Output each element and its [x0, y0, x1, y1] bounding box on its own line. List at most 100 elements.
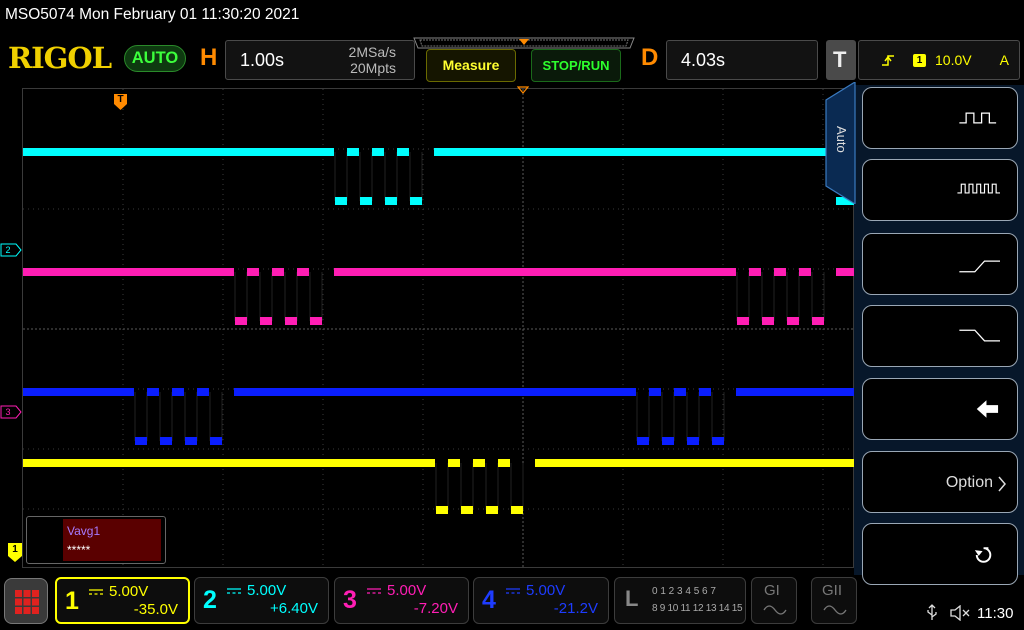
ch4-trace-low: [210, 437, 222, 445]
horizontal-readout[interactable]: 1.00s 2MSa/s 20Mpts: [225, 40, 415, 80]
measurement-value-area: Vavg1 *****: [63, 519, 161, 561]
ch4-trace-high: [674, 388, 686, 396]
ch2-trace-high: [23, 148, 334, 156]
stop-run-button[interactable]: STOP/RUN: [531, 49, 621, 82]
logic-letter: L: [625, 586, 639, 611]
ch3-trace-low: [285, 317, 297, 325]
trigger-panel[interactable]: T 1 10.0V A: [826, 38, 1020, 82]
softkey-falling-slope[interactable]: [862, 305, 1018, 367]
ch4-trace-high: [736, 388, 855, 396]
softkey-option[interactable]: Option: [862, 451, 1018, 513]
softkey-return[interactable]: [862, 523, 1018, 585]
timebase-value: 1.00s: [240, 50, 285, 70]
oscilloscope-screen: MSO5074 Mon February 01 11:30:20 2021 RI…: [0, 0, 1024, 630]
ch1-trace-high: [498, 459, 510, 467]
horizontal-panel[interactable]: H 1.00s 2MSa/s 20Mpts: [195, 38, 417, 82]
mute-speaker-icon[interactable]: [950, 605, 972, 621]
trigger-letter: T: [833, 47, 847, 72]
measure-button[interactable]: Measure: [426, 49, 516, 82]
side-menu-tab[interactable]: Auto: [824, 82, 856, 204]
ch2-trace-high: [434, 148, 855, 156]
ch1-marker-label: 1: [12, 544, 18, 555]
ch3-trace-low: [260, 317, 272, 325]
ch1-trace-low: [511, 506, 523, 514]
option-label: Option: [945, 474, 993, 491]
softkey-back[interactable]: [862, 378, 1018, 440]
menu-grid-icon: [15, 590, 39, 614]
ch3-trace-high: [247, 268, 259, 276]
channel-2-number: 2: [203, 586, 217, 614]
measurement-box[interactable]: Vavg1 *****: [26, 516, 166, 564]
generator-1-label: GI: [764, 582, 780, 599]
status-time: 11:30: [977, 605, 1014, 622]
channel-3-scale: 5.00V: [387, 582, 427, 599]
softkey-pulse-trigger[interactable]: [862, 87, 1018, 149]
side-tab-label: Auto: [834, 126, 849, 153]
trigger-source-badge: 1: [913, 54, 926, 67]
ch4-trace-low: [135, 437, 147, 445]
channel-1-panel[interactable]: 1 5.00V -35.0V: [55, 577, 190, 624]
dense-square-wave-icon: [957, 183, 1000, 194]
ch4-trace-low: [160, 437, 172, 445]
ch1-trace-low: [486, 506, 498, 514]
channel-2-panel[interactable]: 2 5.00V +6.40V: [194, 577, 329, 624]
trigger-position-marker[interactable]: T: [114, 94, 127, 110]
channel-1-number: 1: [65, 587, 79, 615]
ch2-trace-high: [372, 148, 384, 156]
memory-position-bar[interactable]: [412, 36, 636, 50]
waveform-traces: [23, 148, 855, 514]
delay-readout[interactable]: 4.03s: [666, 40, 818, 80]
ch4-trace-high: [172, 388, 184, 396]
ch4-trace-low: [687, 437, 699, 445]
ch4-trace-high: [197, 388, 209, 396]
ch3-marker-label: 3: [5, 407, 11, 417]
generator-2-panel[interactable]: GII: [811, 577, 857, 624]
ch3-trace-high: [774, 268, 786, 276]
ch3-trace-high: [297, 268, 309, 276]
ch2-trace-low: [410, 197, 422, 205]
delay-value: 4.03s: [681, 50, 726, 70]
ch4-trace-high: [649, 388, 661, 396]
softkey-rising-slope[interactable]: [862, 233, 1018, 295]
channel-3-number: 3: [343, 586, 357, 614]
home-button[interactable]: [4, 578, 48, 624]
ch4-trace-high: [23, 388, 134, 396]
dc-coupling-icon: [506, 588, 520, 594]
softkey-dense-pulse[interactable]: [862, 159, 1018, 221]
ch1-trace-high: [535, 459, 855, 467]
channel-3-panel[interactable]: 3 5.00V -7.20V: [334, 577, 469, 624]
ch3-trace-low: [762, 317, 774, 325]
ch3-trace-low: [787, 317, 799, 325]
ch2-offset-marker[interactable]: 2: [0, 243, 22, 257]
ch4-trace-low: [185, 437, 197, 445]
memory-depth: 20Mpts: [350, 60, 396, 76]
ch1-trace-high: [448, 459, 460, 467]
trigger-readout[interactable]: 1 10.0V A: [858, 40, 1020, 80]
channel-3-offset: -7.20V: [413, 600, 458, 617]
ch1-trace-high: [23, 459, 435, 467]
trigger-letter-box: T: [826, 40, 856, 80]
ch1-trace-low: [461, 506, 473, 514]
generator-2-label: GII: [822, 582, 843, 599]
ch3-trace-high: [334, 268, 736, 276]
channel-1-scale: 5.00V: [109, 583, 149, 600]
ch3-offset-marker[interactable]: 3: [0, 405, 22, 419]
ch4-trace-high: [234, 388, 636, 396]
sine-wave-icon: [823, 605, 847, 615]
channel-4-panel[interactable]: 4 5.00V -21.2V: [473, 577, 609, 624]
generator-1-panel[interactable]: GI: [751, 577, 797, 624]
delay-panel[interactable]: D 4.03s: [636, 38, 820, 82]
ch1-offset-marker[interactable]: 1: [8, 543, 22, 562]
ch3-trace-high: [799, 268, 811, 276]
return-arrow-icon: [974, 547, 992, 563]
square-wave-icon: [959, 112, 997, 124]
rising-edge-icon: [882, 55, 894, 66]
center-marker-icon: [517, 86, 529, 94]
logic-analyzer-panel[interactable]: L 0 1 2 3 4 5 6 7 8 9 10 11 12 13 14 15: [614, 577, 746, 624]
waveform-grid[interactable]: [22, 88, 855, 569]
acquisition-mode-badge[interactable]: AUTO: [124, 45, 186, 72]
channel-2-scale: 5.00V: [247, 582, 287, 599]
ch4-trace-high: [699, 388, 711, 396]
channel-4-scale: 5.00V: [526, 582, 566, 599]
trigger-sweep-mode: A: [999, 52, 1009, 68]
